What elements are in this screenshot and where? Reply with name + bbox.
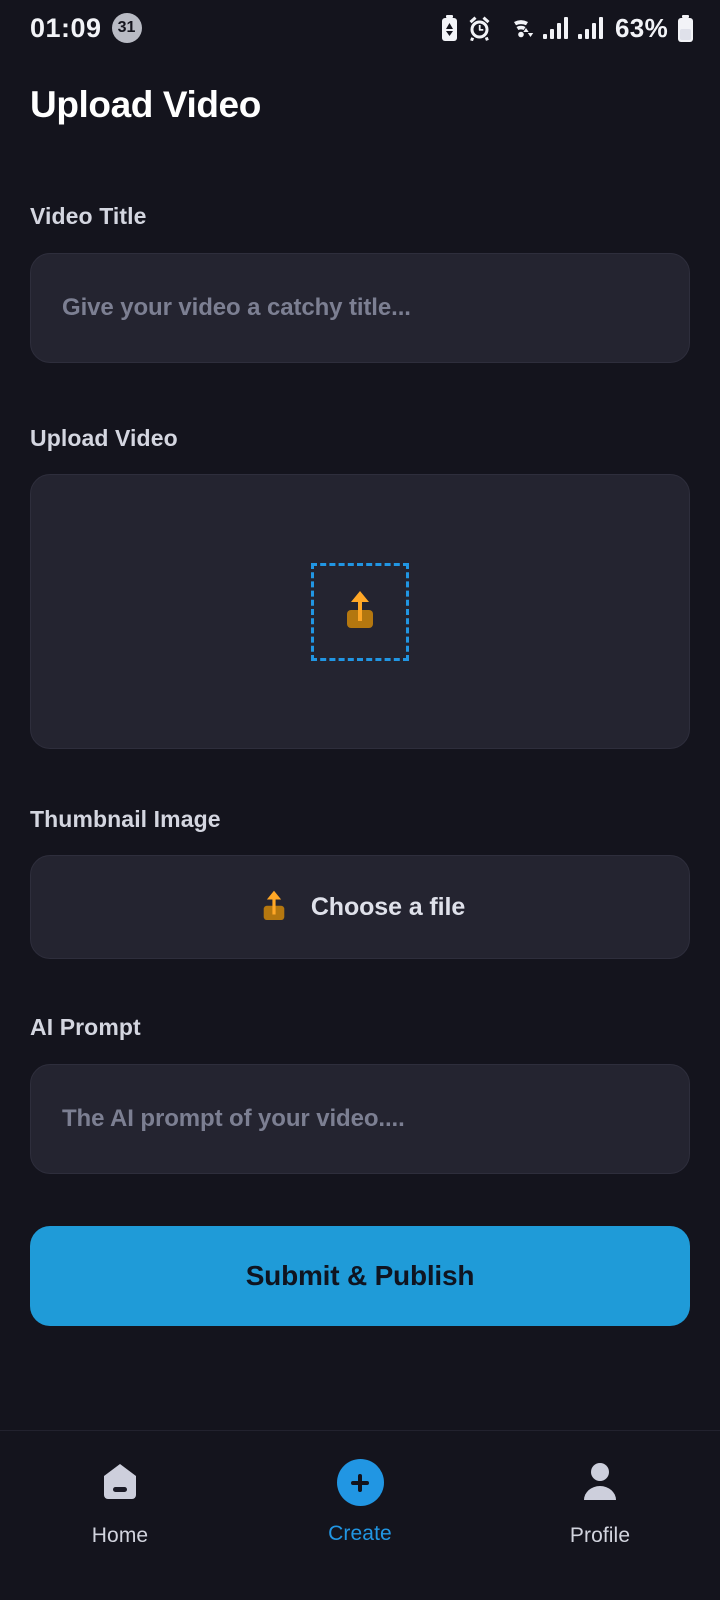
- plus-circle-icon: [336, 1459, 384, 1506]
- video-title-label: Video Title: [30, 203, 147, 229]
- thumbnail-group: Thumbnail Image Choose a file: [30, 806, 690, 959]
- ai-prompt-input[interactable]: The AI prompt of your video....: [30, 1064, 690, 1174]
- ai-prompt-placeholder: The AI prompt of your video....: [62, 1105, 405, 1132]
- ai-prompt-label: AI Prompt: [30, 1014, 141, 1040]
- video-title-input[interactable]: Give your video a catchy title...: [30, 253, 690, 363]
- alarm-icon: [467, 15, 492, 41]
- status-bar: 01:09 31 63%: [0, 0, 720, 56]
- ai-prompt-group: AI Prompt The AI prompt of your video...…: [30, 1014, 690, 1174]
- video-dropzone[interactable]: [30, 474, 690, 749]
- nav-label-create: Create: [328, 1522, 392, 1545]
- choose-file-button[interactable]: Choose a file: [30, 855, 690, 959]
- battery-percent-label: 63%: [615, 12, 668, 43]
- notification-count-badge: 31: [111, 13, 142, 43]
- nav-item-create[interactable]: Create: [240, 1459, 480, 1546]
- app-screen: 01:09 31 63% Upload Video Video Title Gi…: [0, 0, 720, 1600]
- nav-item-profile[interactable]: Profile: [480, 1459, 720, 1548]
- status-bar-left: 01:09 31: [30, 13, 142, 44]
- status-bar-right: 63%: [441, 13, 694, 44]
- person-icon: [578, 1459, 622, 1508]
- video-title-placeholder: Give your video a catchy title...: [62, 294, 411, 321]
- dropzone-dashed-frame: [311, 562, 409, 661]
- wifi-icon: [501, 15, 534, 41]
- video-title-group: Video Title Give your video a catchy tit…: [30, 203, 690, 363]
- signal-sim1-icon: [543, 15, 569, 41]
- battery-icon: [677, 14, 694, 42]
- page-content: Upload Video Video Title Give your video…: [0, 56, 720, 1430]
- status-clock: 01:09: [30, 12, 102, 43]
- upload-tray-icon: [336, 585, 384, 638]
- nav-label-profile: Profile: [569, 1524, 631, 1547]
- upload-tray-icon: [255, 885, 293, 930]
- bottom-navigation-bar: Home Create Profile: [0, 1430, 720, 1600]
- submit-publish-button[interactable]: Submit & Publish: [30, 1226, 690, 1326]
- battery-saver-icon: [441, 15, 458, 41]
- upload-video-label: Upload Video: [30, 425, 178, 451]
- signal-sim2-icon: [578, 15, 604, 41]
- choose-file-label: Choose a file: [310, 892, 466, 921]
- nav-label-home: Home: [91, 1524, 149, 1547]
- nav-item-home[interactable]: Home: [0, 1459, 240, 1548]
- page-title: Upload Video: [30, 84, 261, 125]
- upload-video-group: Upload Video: [30, 425, 690, 749]
- thumbnail-label: Thumbnail Image: [30, 806, 221, 832]
- home-icon: [98, 1459, 142, 1508]
